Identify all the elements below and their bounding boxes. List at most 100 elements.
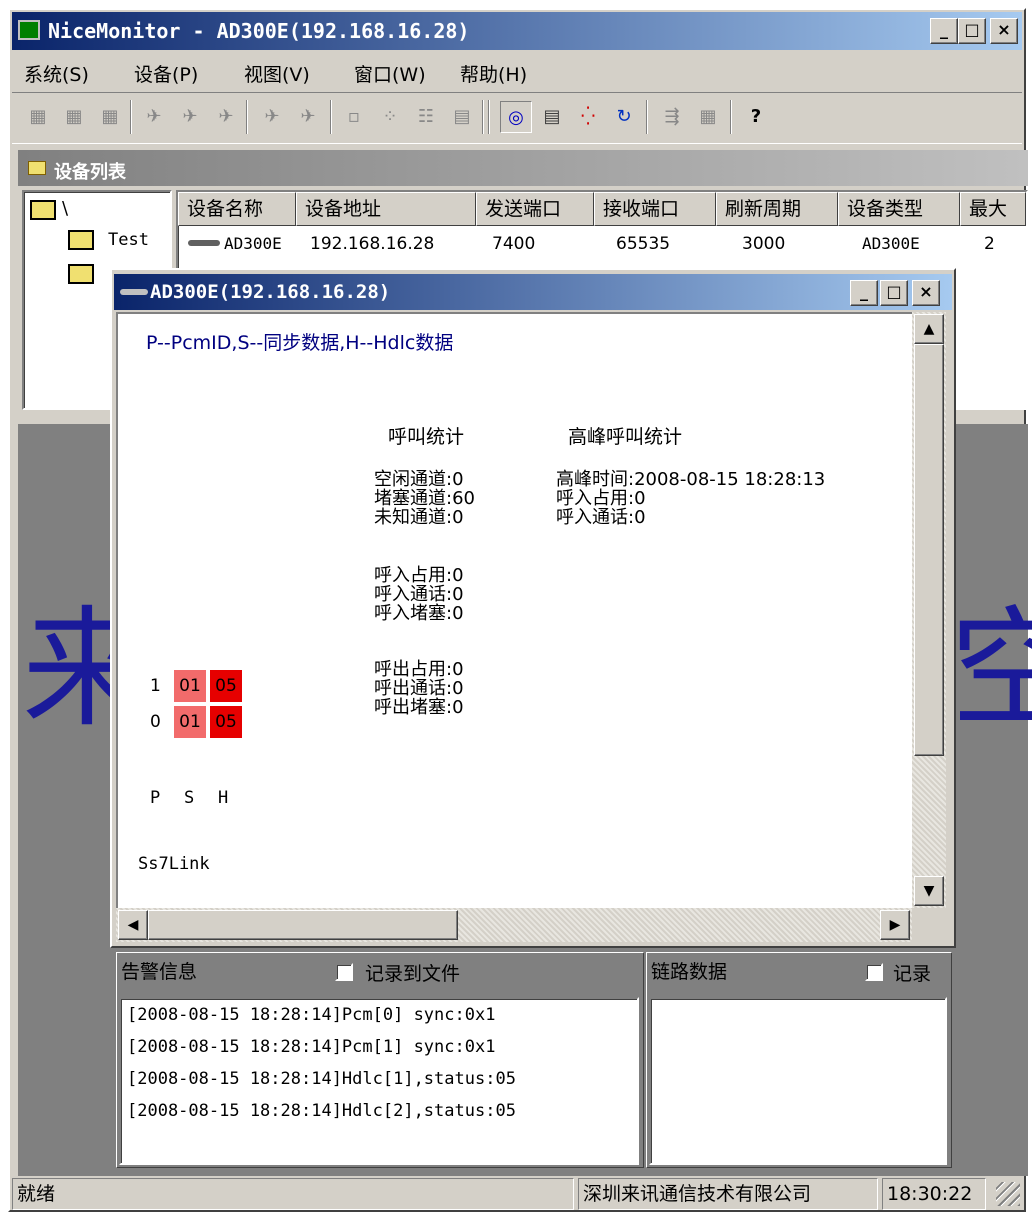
menu-device[interactable]: 设备(P) [134,60,198,87]
minimize-button[interactable]: _ [930,18,958,44]
hscroll-thumb[interactable] [148,910,458,940]
link-data-log[interactable] [649,997,947,1165]
start-monitor-icon[interactable]: ✈ [256,101,288,133]
resize-grip-icon[interactable] [996,1182,1020,1206]
outgoing-blocked: 呼出堵塞:0 [374,697,464,718]
small-icons-icon[interactable]: ⁘ [374,101,406,133]
peak-stats-title: 高峰呼叫统计 [568,426,683,448]
alarm-log[interactable]: [2008-08-15 18:28:14]Pcm[0] sync:0x1 [20… [119,997,639,1165]
stats-view-icon[interactable]: ▤ [536,101,568,133]
incoming-talk: 呼入通话:0 [374,584,464,605]
menu-help[interactable]: 帮助(H) [460,60,527,87]
delete-device-icon[interactable]: ▦ [94,101,126,133]
child-window-title: AD300E(192.168.16.28) [150,281,391,303]
tree-root-label[interactable]: \ [62,198,68,219]
column-header-name[interactable]: 设备名称 [178,192,296,226]
scroll-right-button[interactable]: ▶ [880,910,910,940]
child-close-button[interactable]: × [912,280,940,306]
alarm-panel: 告警信息 记录到文件 [2008-08-15 18:28:14]Pcm[0] s… [116,952,644,1168]
window-title: NiceMonitor - AD300E(192.168.16.28) [48,19,470,43]
help-icon[interactable]: ? [740,101,772,133]
peak-incoming-seized: 呼入占用:0 [556,488,646,509]
log-to-file-label[interactable]: 记录到文件 [365,959,460,986]
column-header-address[interactable]: 设备地址 [296,192,476,226]
column-header-recv-port[interactable]: 接收端口 [594,192,716,226]
device-icon [120,289,148,295]
close-button[interactable]: × [990,18,1018,44]
list-view-icon[interactable]: ☷ [410,101,442,133]
link-log-checkbox[interactable] [865,963,883,981]
monitor-canvas: P--PcmID,S--同步数据,H--Hdlc数据 呼叫统计 高峰呼叫统计 空… [116,312,912,908]
toolbar-separator [730,100,732,134]
reconnect-icon[interactable]: ✈ [174,101,206,133]
folder-icon [68,264,94,284]
tree-node-test[interactable]: Test [108,230,149,250]
child-title-bar[interactable]: AD300E(192.168.16.28) _ □ × [114,274,952,310]
peak-incoming-talk: 呼入通话:0 [556,507,646,528]
maximize-button[interactable]: □ [958,18,986,44]
peak-time: 高峰时间:2008-08-15 18:28:13 [556,469,826,490]
link-log-label[interactable]: 记录 [893,959,931,986]
large-icons-icon[interactable]: ▫ [338,101,370,133]
new-device-icon[interactable]: ▦ [22,101,54,133]
menu-view[interactable]: 视图(V) [244,60,310,87]
monitor-view-icon[interactable]: ◎ [500,101,532,133]
horizontal-scrollbar[interactable]: ◀ ▶ [116,908,912,942]
ss7-link-label: Ss7Link [138,854,210,874]
folder-icon [28,161,46,175]
refresh-icon[interactable]: ↻ [608,101,640,133]
scroll-down-button[interactable]: ▼ [914,876,944,906]
scroll-thumb[interactable] [914,344,944,756]
details-view-icon[interactable]: ▤ [446,101,478,133]
status-ready: 就绪 [12,1178,574,1210]
connect-icon[interactable]: ✈ [138,101,170,133]
pcm-header-h: H [218,788,229,808]
unknown-channels: 未知通道:0 [374,507,464,528]
column-header-refresh[interactable]: 刷新周期 [716,192,838,226]
alarm-title: 告警信息 [121,961,198,983]
pcm1-sync-cell[interactable]: 01 [174,670,206,702]
status-bar: 就绪 深圳来讯通信技术有限公司 18:30:22 [12,1176,1026,1212]
column-header-send-port[interactable]: 发送端口 [476,192,594,226]
idle-channels: 空闲通道:0 [374,469,464,490]
pcm0-hdlc-cell[interactable]: 05 [210,706,242,738]
table-row[interactable]: AD300E 192.168.16.28 7400 65535 3000 AD3… [178,228,1026,262]
scroll-left-button[interactable]: ◀ [118,910,148,940]
row-recv-port: 65535 [616,234,671,254]
log-to-file-checkbox[interactable] [335,963,353,981]
menu-window[interactable]: 窗口(W) [354,60,426,87]
toolbar-separator [330,100,332,134]
toolbar-separator [130,100,132,134]
toolbar-separator [482,100,484,134]
row-refresh: 3000 [742,234,786,254]
pcm-header-s: S [184,788,195,808]
device-list-title: 设备列表 [54,162,126,183]
column-header-type[interactable]: 设备类型 [838,192,960,226]
pcm0-sync-cell[interactable]: 01 [174,706,206,738]
toolbar-separator [646,100,648,134]
disconnect-icon[interactable]: ✈ [210,101,242,133]
scroll-up-button[interactable]: ▲ [914,314,944,344]
menu-system[interactable]: 系统(S) [24,60,89,87]
grid-icon[interactable]: ▦ [692,101,724,133]
stop-monitor-icon[interactable]: ✈ [292,101,324,133]
child-maximize-button[interactable]: □ [880,280,908,306]
folder-icon [68,230,94,250]
pcm-id-0: 0 [150,712,161,732]
child-minimize-button[interactable]: _ [850,280,878,306]
edit-device-icon[interactable]: ▦ [58,101,90,133]
link-trace-icon[interactable]: ⇶ [656,101,688,133]
incoming-seized: 呼入占用:0 [374,565,464,586]
toolbar: ▦ ▦ ▦ ✈ ✈ ✈ ✈ ✈ ▫ ⁘ ☷ ▤ ◎ ▤ ⁛ ↻ ⇶ ▦ ? [12,92,1022,144]
blocked-channels: 堵塞通道:60 [374,488,475,509]
log-line: [2008-08-15 18:28:14]Pcm[1] sync:0x1 [127,1037,496,1057]
toolbar-separator [246,100,248,134]
outgoing-seized: 呼出占用:0 [374,659,464,680]
column-header-max[interactable]: 最大 [960,192,1026,226]
pcm1-hdlc-cell[interactable]: 05 [210,670,242,702]
status-grid-icon[interactable]: ⁛ [572,101,604,133]
outgoing-talk: 呼出通话:0 [374,678,464,699]
title-bar[interactable]: NiceMonitor - AD300E(192.168.16.28) _ □ … [12,12,1022,50]
vertical-scrollbar[interactable]: ▲ ▼ [912,312,946,908]
status-company: 深圳来讯通信技术有限公司 [578,1178,878,1210]
